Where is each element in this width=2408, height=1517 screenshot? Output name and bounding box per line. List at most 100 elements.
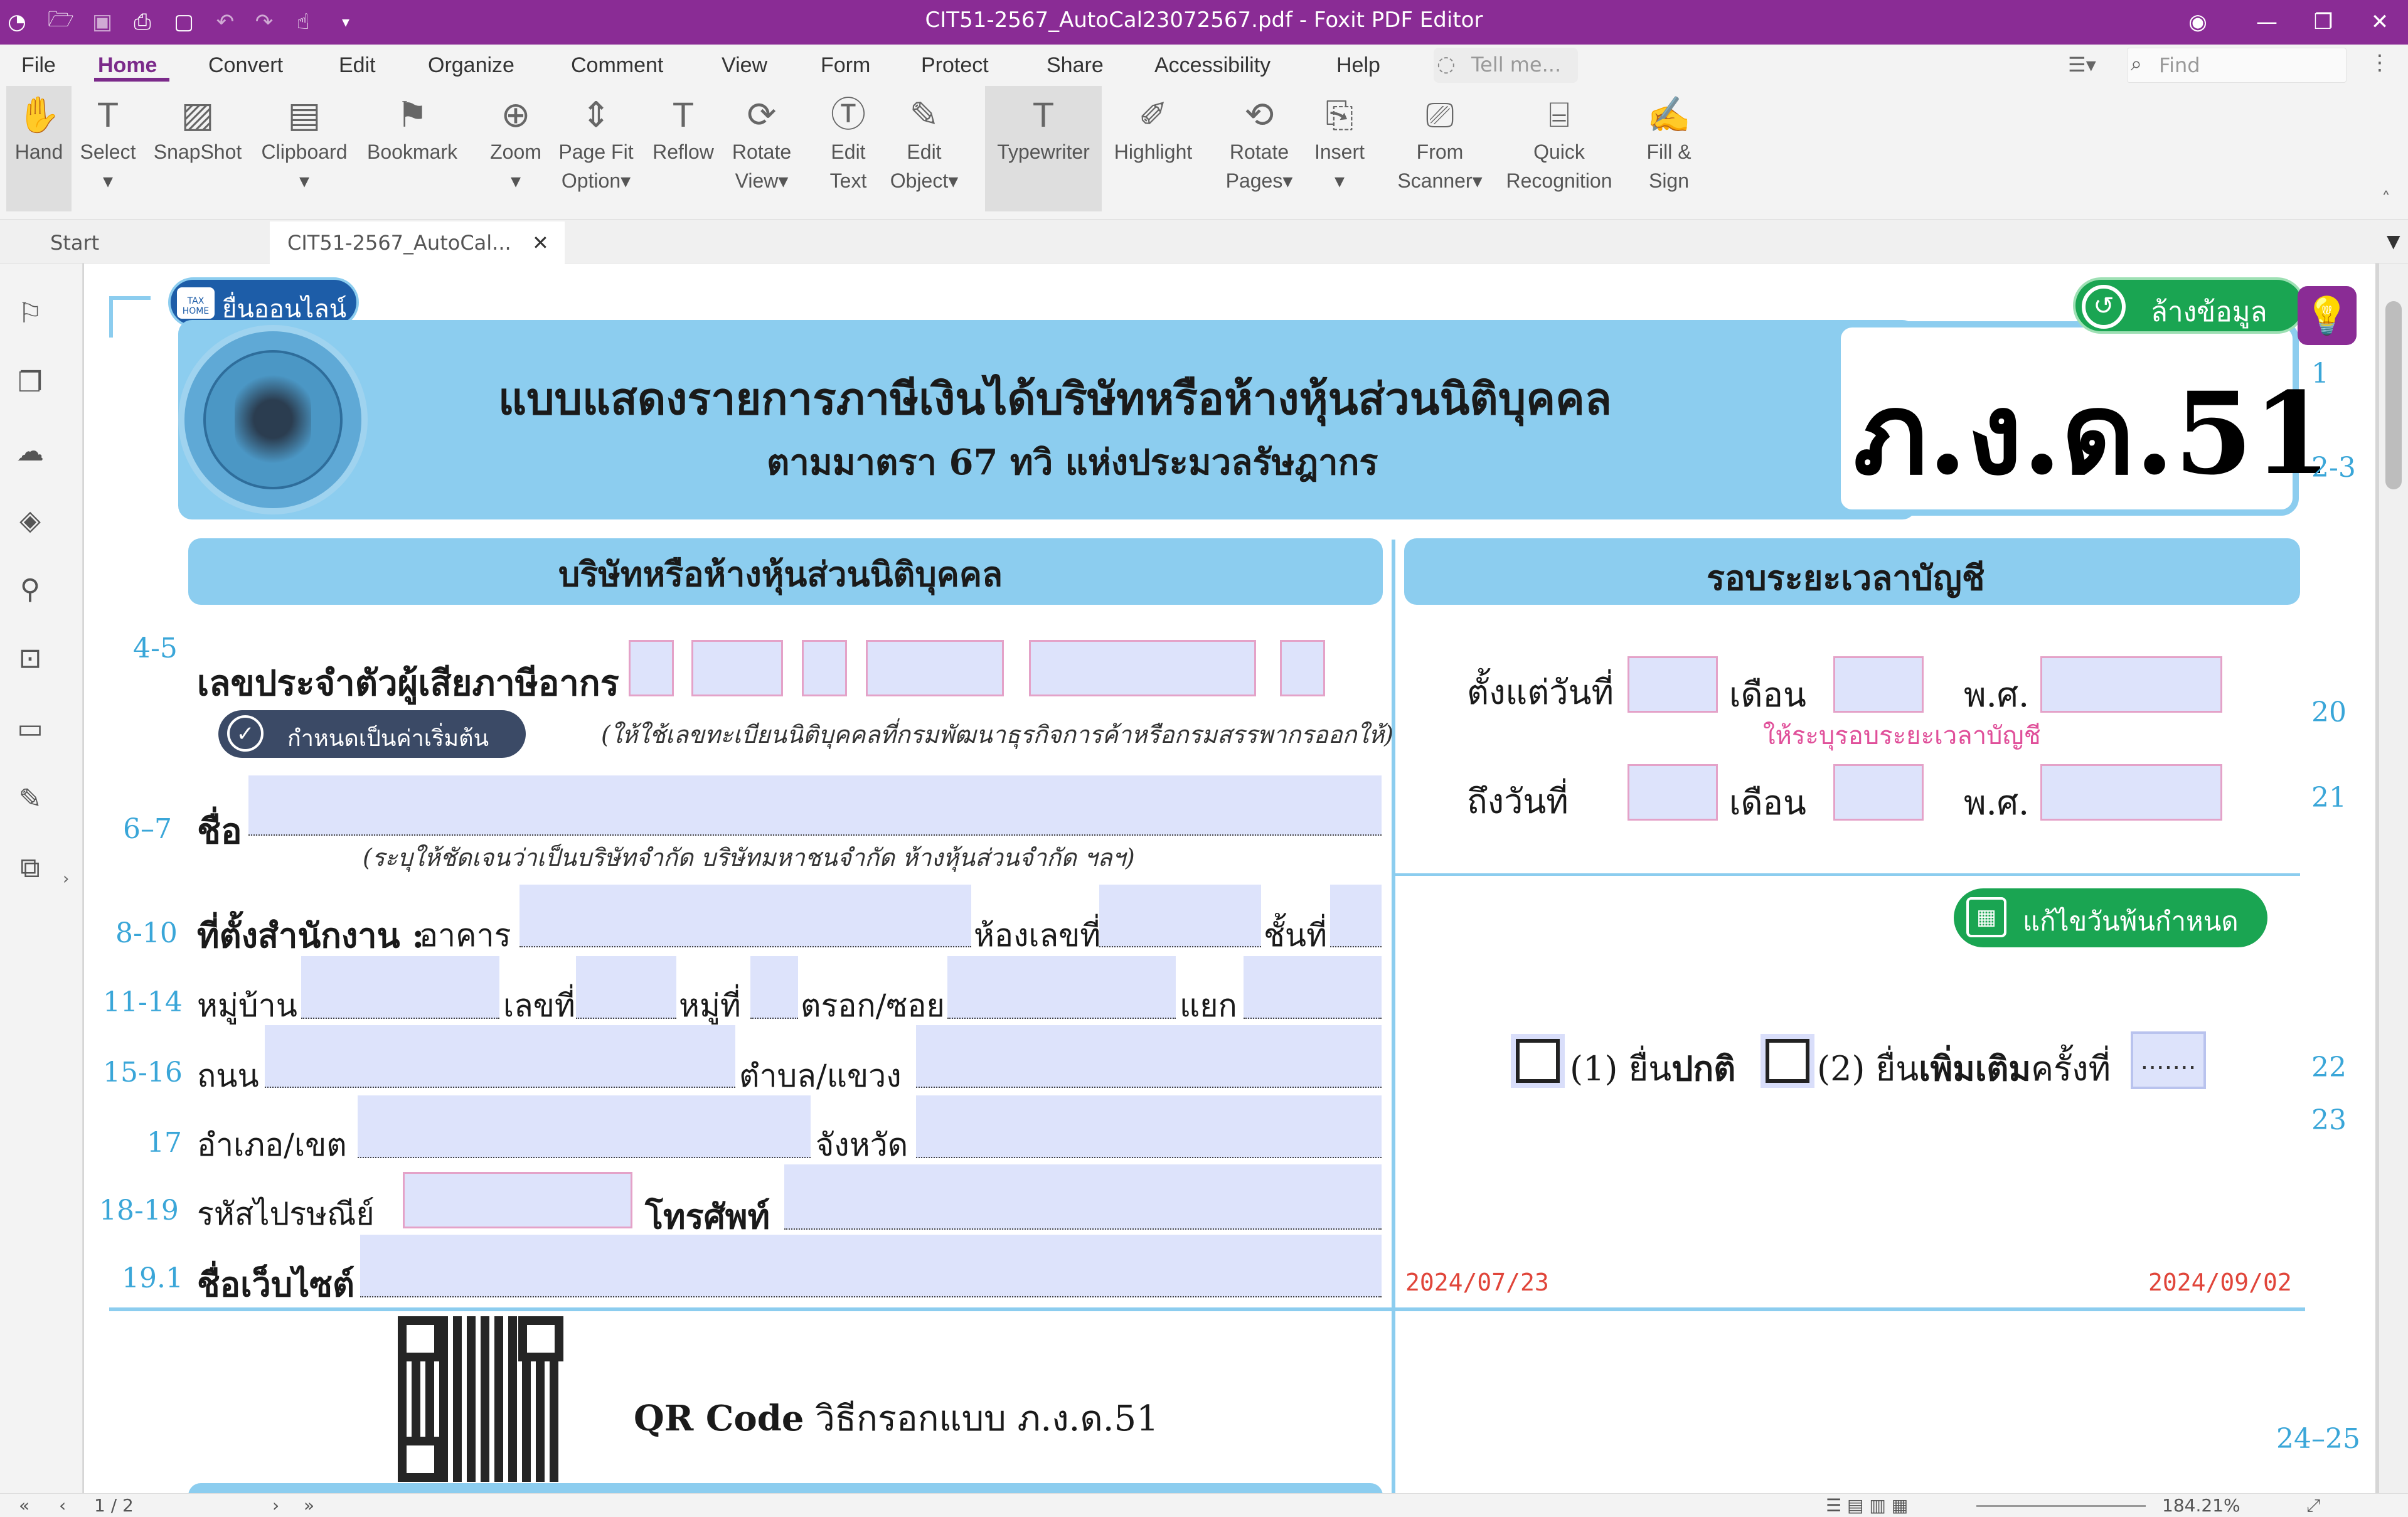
first-page-icon[interactable]: « [19, 1495, 29, 1516]
taxid-group-2[interactable] [691, 640, 783, 696]
from-month-input[interactable] [1833, 656, 1924, 713]
taxid-group-3[interactable] [802, 640, 847, 696]
menu-view[interactable]: View [722, 53, 767, 78]
content-panel-icon[interactable]: ⧉ [11, 849, 49, 887]
edit-object-button[interactable]: ✎ Edit Object▾ [883, 86, 965, 211]
road-input[interactable] [265, 1025, 735, 1088]
expand-sidebar-icon[interactable]: › [63, 870, 69, 888]
menu-accessibility[interactable]: Accessibility [1154, 53, 1271, 78]
menu-help[interactable]: Help [1336, 53, 1380, 78]
bookmark-button[interactable]: ⚑ Bookmark [361, 86, 463, 211]
menu-form[interactable]: Form [821, 53, 870, 78]
select-button[interactable]: T Select ▾ [75, 86, 141, 211]
from-scanner-button[interactable]: ⎚ From Scanner▾ [1393, 86, 1487, 211]
soi-input[interactable] [947, 956, 1176, 1019]
reflow-label: Reflow [653, 141, 714, 163]
find-input[interactable]: Find [2127, 48, 2347, 83]
yaek-input[interactable] [1244, 956, 1382, 1019]
to-month-input[interactable] [1833, 764, 1924, 821]
insert-button[interactable]: ⎘ Insert ▾ [1305, 86, 1374, 211]
tab-start[interactable]: Start [50, 231, 99, 255]
prev-page-icon[interactable]: ‹ [59, 1495, 66, 1516]
rotate-view-button[interactable]: ⟳ Rotate View▾ [723, 86, 801, 211]
amphoe-input[interactable] [358, 1095, 811, 1158]
building-input[interactable] [519, 885, 971, 947]
search-options-icon[interactable]: ☰▾ [2068, 53, 2096, 77]
page-fit-button[interactable]: ⇕ Page Fit Option▾ [552, 86, 640, 211]
village-input[interactable] [301, 956, 499, 1019]
from-year-input[interactable] [2040, 656, 2222, 713]
from-year-label: พ.ศ. [1964, 675, 2030, 715]
set-default-button[interactable]: ✓ กำหนดเป็นค่าเริ่มต้น [218, 710, 526, 758]
account-icon[interactable]: ◉ [2183, 8, 2212, 36]
pages-panel-icon[interactable]: ❐ [11, 364, 49, 402]
menu-comment[interactable]: Comment [571, 53, 663, 78]
menu-edit[interactable]: Edit [339, 53, 376, 78]
last-page-icon[interactable]: » [304, 1495, 314, 1516]
menu-convert[interactable]: Convert [208, 53, 283, 78]
scrollbar-thumb[interactable] [2385, 301, 2402, 489]
taxid-digit-13[interactable] [1280, 640, 1325, 696]
security-panel-icon[interactable]: ⊡ [11, 640, 49, 678]
signature-panel-icon[interactable]: ✎ [11, 780, 49, 818]
zoom-slider[interactable] [1976, 1505, 2146, 1507]
minimize-icon[interactable]: — [2252, 8, 2281, 36]
house-no-input[interactable] [576, 956, 676, 1019]
restore-icon[interactable]: ❐ [2309, 8, 2338, 36]
website-input[interactable] [360, 1235, 1382, 1297]
taxid-group-5[interactable] [1029, 640, 1256, 696]
additional-filing-checkbox[interactable] [1761, 1034, 1814, 1088]
menu-organize[interactable]: Organize [428, 53, 514, 78]
close-icon[interactable]: ✕ [2365, 8, 2394, 36]
taxid-group-4[interactable] [866, 640, 1004, 696]
company-name-input[interactable] [248, 775, 1382, 836]
bookmark-panel-icon[interactable]: ⚐ [11, 295, 49, 333]
fill-sign-button[interactable]: ✍ Fill & Sign [1638, 86, 1700, 211]
tab-list-icon[interactable]: ▼ [2387, 231, 2400, 252]
phone-input[interactable] [784, 1164, 1382, 1230]
menu-home[interactable]: Home [98, 53, 157, 78]
tips-bulb-icon[interactable]: 💡 [2298, 286, 2357, 345]
room-input[interactable] [1099, 885, 1261, 947]
to-year-input[interactable] [2040, 764, 2222, 821]
menu-protect[interactable]: Protect [921, 53, 989, 78]
menu-file[interactable]: File [21, 53, 56, 78]
zoom-button[interactable]: ⊕ Zoom ▾ [483, 86, 548, 211]
snapshot-button[interactable]: ▨ SnapShot [147, 86, 248, 211]
next-page-icon[interactable]: › [272, 1495, 279, 1516]
attachments-panel-icon[interactable]: ⚲ [11, 571, 49, 609]
floor-input[interactable] [1330, 885, 1382, 947]
postal-code-input[interactable] [403, 1172, 632, 1228]
taxid-digit-1[interactable] [629, 640, 674, 696]
normal-filing-checkbox[interactable] [1511, 1034, 1565, 1088]
moo-input[interactable] [750, 956, 798, 1019]
typewriter-button[interactable]: T Typewriter [985, 86, 1102, 211]
fix-deadline-button[interactable]: ▦ แก้ไขวันพ้นกำหนดเวลา [1954, 888, 2267, 978]
view-mode-icon[interactable]: ☰ ▤ ▥ ▦ [1826, 1495, 1908, 1516]
collapse-ribbon-icon[interactable]: ˄ [2382, 188, 2390, 209]
clear-data-button[interactable]: ↺ ล้างข้อมูล [2073, 277, 2305, 334]
province-input[interactable] [916, 1095, 1382, 1158]
page-indicator[interactable]: 1 / 2 [94, 1495, 134, 1516]
highlight-button[interactable]: ✐ Highlight [1107, 86, 1200, 211]
clipboard-button[interactable]: ▤ Clipboard ▾ [253, 86, 355, 211]
rotate-pages-button[interactable]: ⟲ Rotate Pages▾ [1217, 86, 1301, 211]
edit-text-button[interactable]: Ⓣ Edit Text [816, 86, 881, 211]
fullscreen-icon[interactable]: ⤢ [2306, 1495, 2320, 1516]
zoom-level[interactable]: 184.21% [2162, 1495, 2240, 1516]
layers-panel-icon[interactable]: ◈ [11, 502, 49, 540]
filing-times-input[interactable]: ....... [2131, 1031, 2206, 1089]
tab-close-icon[interactable]: ✕ [532, 231, 549, 255]
from-day-input[interactable] [1628, 656, 1718, 713]
tambon-label: ตำบล/แขวง [739, 1058, 902, 1094]
quick-recognition-button[interactable]: ⌸ Quick Recognition [1493, 86, 1625, 211]
hand-button[interactable]: ✋ Hand [6, 86, 72, 211]
reflow-button[interactable]: T Reflow [646, 86, 720, 211]
menu-share[interactable]: Share [1047, 53, 1104, 78]
comments-panel-icon[interactable]: ☁ [11, 433, 49, 471]
document-panel-icon[interactable]: ▭ [11, 710, 49, 748]
ribbon-options-icon[interactable]: ⋮ [2369, 50, 2390, 75]
vertical-scrollbar[interactable] [2379, 263, 2408, 1493]
to-day-input[interactable] [1628, 764, 1718, 821]
tambon-input[interactable] [916, 1025, 1382, 1088]
